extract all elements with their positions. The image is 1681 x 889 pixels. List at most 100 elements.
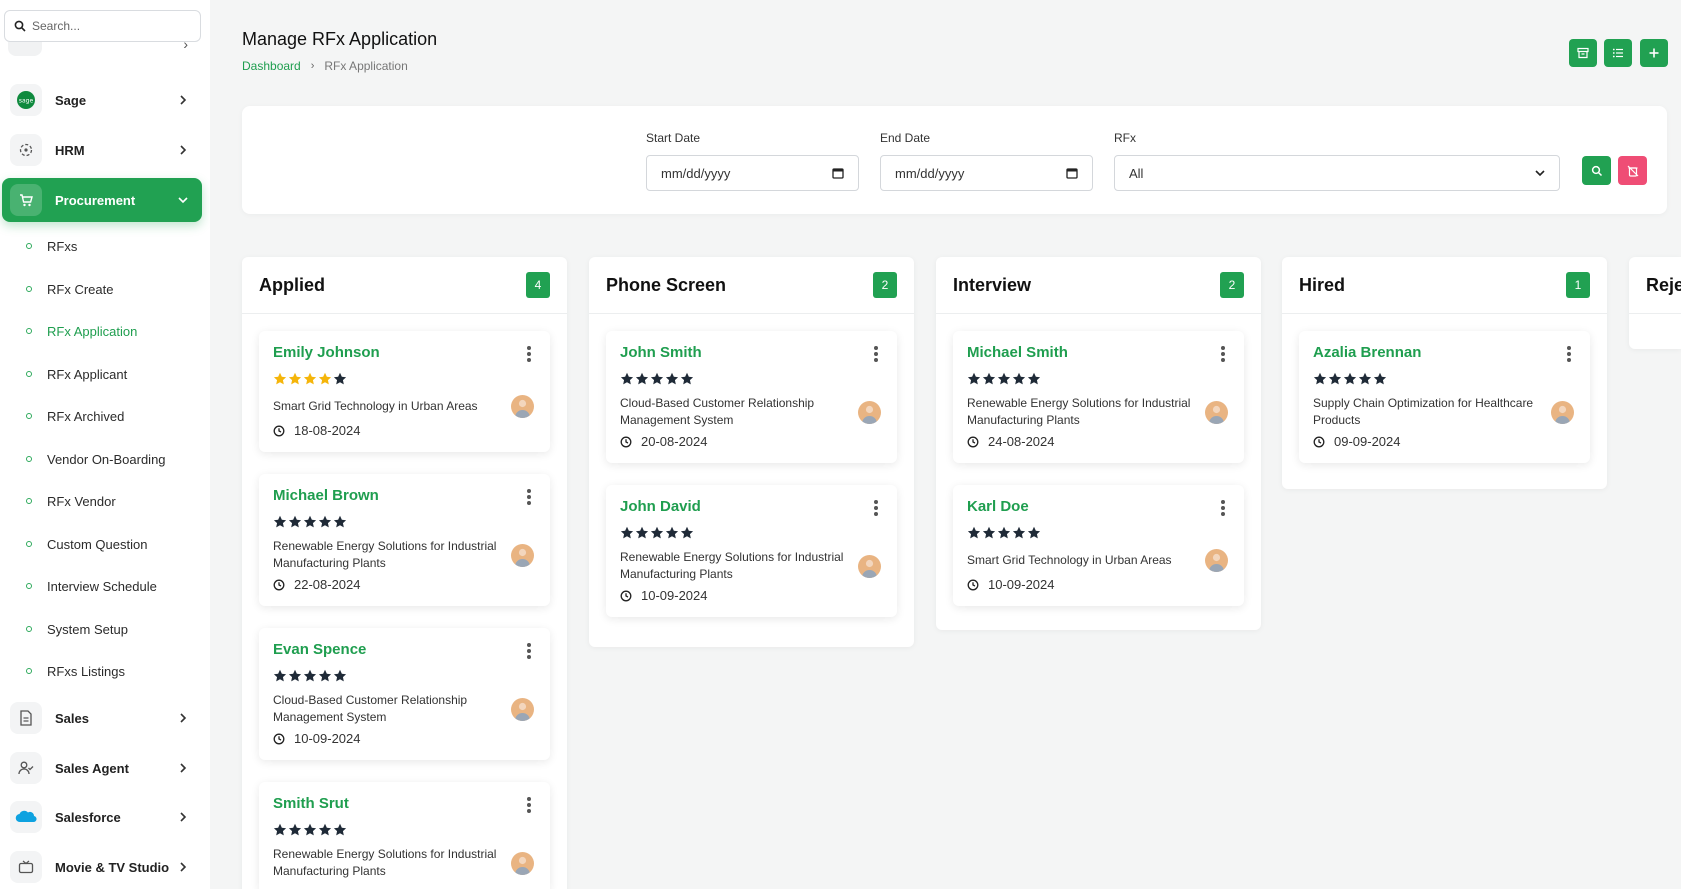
more-vertical-icon[interactable] [1221,346,1225,362]
start-date-input[interactable]: mm/dd/yyyy [646,155,859,191]
sidebar-item-movie-tv-studio[interactable]: Movie & TV Studio [8,845,202,889]
rating-stars[interactable] [620,372,883,386]
star-icon[interactable] [997,526,1011,540]
reset-filter-button[interactable] [1618,156,1647,185]
star-icon[interactable] [273,669,287,683]
star-icon[interactable] [303,823,317,837]
star-icon[interactable] [650,526,664,540]
star-icon[interactable] [303,669,317,683]
star-icon[interactable] [303,372,317,386]
sidebar-subitem-vendor-onboarding[interactable]: Vendor On-Boarding [26,448,166,470]
star-icon[interactable] [1012,526,1026,540]
add-button[interactable] [1640,39,1668,67]
applicant-name-link[interactable]: John David [620,498,883,515]
star-icon[interactable] [318,372,332,386]
sidebar-subitem-rfx-archived[interactable]: RFx Archived [26,405,124,427]
applicant-name-link[interactable]: Evan Spence [273,641,536,658]
star-icon[interactable] [1328,372,1342,386]
star-icon[interactable] [1358,372,1372,386]
star-icon[interactable] [333,823,347,837]
rating-stars[interactable] [273,515,536,529]
star-icon[interactable] [273,823,287,837]
sidebar-item-sales-agent[interactable]: Sales Agent [8,746,202,790]
sidebar-subitem-rfx-create[interactable]: RFx Create [26,278,113,300]
star-icon[interactable] [620,372,634,386]
more-vertical-icon[interactable] [527,643,531,659]
rating-stars[interactable] [967,372,1230,386]
applicant-card[interactable]: Emily Johnson Smart Grid Technology in Ur… [259,331,550,452]
star-icon[interactable] [665,526,679,540]
applicant-card[interactable]: Azalia Brennan Supply Chain Optimization … [1299,331,1590,463]
star-icon[interactable] [1012,372,1026,386]
star-icon[interactable] [333,515,347,529]
star-icon[interactable] [273,372,287,386]
more-vertical-icon[interactable] [1567,346,1571,362]
star-icon[interactable] [997,372,1011,386]
star-icon[interactable] [303,515,317,529]
sidebar-item-procurement[interactable]: Procurement [2,178,202,222]
search-box[interactable] [4,10,201,42]
sidebar-item-hrm[interactable]: HRM [8,128,202,172]
star-icon[interactable] [288,823,302,837]
rating-stars[interactable] [273,372,536,386]
star-icon[interactable] [680,372,694,386]
star-icon[interactable] [982,372,996,386]
sidebar-item-sales[interactable]: Sales [8,696,202,740]
sidebar-subitem-interview-schedule[interactable]: Interview Schedule [26,575,157,597]
applicant-name-link[interactable]: Azalia Brennan [1313,344,1576,361]
applicant-card[interactable]: Michael Smith Renewable Energy Solutions … [953,331,1244,463]
star-icon[interactable] [1373,372,1387,386]
rating-stars[interactable] [273,669,536,683]
rating-stars[interactable] [967,526,1230,540]
sidebar-subitem-rfx-applicant[interactable]: RFx Applicant [26,363,127,385]
apply-filter-button[interactable] [1582,156,1611,185]
sidebar-subitem-rfxs-listings[interactable]: RFxs Listings [26,660,125,682]
star-icon[interactable] [967,526,981,540]
sidebar-subitem-rfxs[interactable]: RFxs [26,235,77,257]
star-icon[interactable] [1027,526,1041,540]
applicant-card[interactable]: Evan Spence Cloud-Based Customer Relation… [259,628,550,760]
star-icon[interactable] [650,372,664,386]
sidebar-item-salesforce[interactable]: Salesforce [8,795,202,839]
rating-stars[interactable] [1313,372,1576,386]
star-icon[interactable] [288,515,302,529]
applicant-card[interactable]: Michael Brown Renewable Energy Solutions … [259,474,550,606]
star-icon[interactable] [1313,372,1327,386]
applicant-name-link[interactable]: Michael Brown [273,487,536,504]
rating-stars[interactable] [620,526,883,540]
star-icon[interactable] [620,526,634,540]
more-vertical-icon[interactable] [874,346,878,362]
star-icon[interactable] [635,372,649,386]
star-icon[interactable] [982,526,996,540]
rfx-select[interactable]: All [1114,155,1560,191]
star-icon[interactable] [967,372,981,386]
star-icon[interactable] [318,515,332,529]
sidebar-subitem-custom-question[interactable]: Custom Question [26,533,147,555]
applicant-name-link[interactable]: Karl Doe [967,498,1230,515]
list-view-button[interactable] [1604,39,1632,67]
sidebar-subitem-rfx-vendor[interactable]: RFx Vendor [26,490,116,512]
archive-button[interactable] [1569,39,1597,67]
more-vertical-icon[interactable] [1221,500,1225,516]
end-date-input[interactable]: mm/dd/yyyy [880,155,1093,191]
applicant-card[interactable]: John Smith Cloud-Based Customer Relations… [606,331,897,463]
more-vertical-icon[interactable] [527,346,531,362]
sidebar-item-partial[interactable]: › [8,42,198,56]
calendar-icon[interactable] [1066,167,1078,179]
applicant-name-link[interactable]: Michael Smith [967,344,1230,361]
star-icon[interactable] [318,669,332,683]
applicant-card[interactable]: Smith Srut Renewable Energy Solutions for… [259,782,550,889]
applicant-card[interactable]: John David Renewable Energy Solutions for… [606,485,897,617]
applicant-name-link[interactable]: Smith Srut [273,795,536,812]
more-vertical-icon[interactable] [527,489,531,505]
applicant-card[interactable]: Karl Doe Smart Grid Technology in Urban A… [953,485,1244,606]
sidebar-item-sage[interactable]: sage Sage [8,78,202,122]
star-icon[interactable] [1343,372,1357,386]
star-icon[interactable] [333,669,347,683]
star-icon[interactable] [288,669,302,683]
more-vertical-icon[interactable] [874,500,878,516]
search-input[interactable] [32,19,192,33]
star-icon[interactable] [273,515,287,529]
star-icon[interactable] [680,526,694,540]
star-icon[interactable] [1027,372,1041,386]
